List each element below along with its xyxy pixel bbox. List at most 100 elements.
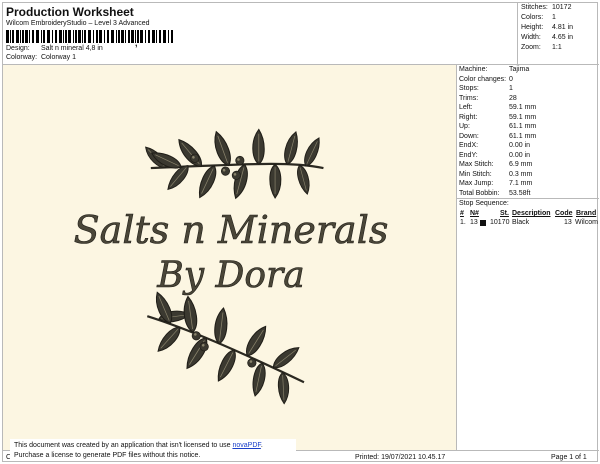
colorway-label: Colorway: — [6, 54, 38, 61]
column-header: Code — [555, 210, 573, 217]
barcode-bar — [171, 30, 173, 43]
barcode-bar — [152, 30, 155, 43]
stat-row: Stitches: 10172 — [521, 4, 599, 11]
table-cell: 1. — [460, 219, 466, 226]
machine-value: 61.1 mm — [509, 132, 537, 140]
design-value: Salt n mineral 4,8 in — [40, 45, 103, 52]
barcode-bar — [73, 30, 74, 43]
barcode-bar — [20, 30, 21, 43]
machine-value: 0.00 in — [509, 151, 531, 159]
printed-timestamp: Printed: 19/07/2021 10.45.17 — [355, 454, 446, 461]
barcode-bar — [43, 30, 45, 43]
barcode-comma: , — [135, 38, 138, 48]
column-header: Brand — [576, 210, 597, 217]
table-cell: Black — [512, 219, 530, 226]
machine-value: 28 — [509, 94, 517, 102]
machine-value: 59.1 mm — [509, 113, 537, 121]
machine-row: Stops: 1 — [459, 85, 599, 92]
design-stats: Stitches: 10172 Colors: 1 Height: 4.81 in W… — [517, 3, 599, 65]
barcode-bar — [32, 30, 34, 43]
machine-value: 53.58ft — [509, 189, 531, 197]
worksheet-header: Production Worksheet Wilcom EmbroiderySt… — [3, 3, 517, 65]
colorway-row: Colorway: Colorway 1 — [6, 54, 76, 61]
machine-row: Down: 61.1 mm — [459, 133, 599, 140]
stat-value: 10172 — [552, 4, 572, 11]
table-cell: 13 — [470, 219, 478, 226]
column-header: Description — [512, 210, 551, 217]
software-subtitle: Wilcom EmbroideryStudio – Level 3 Advanc… — [6, 20, 150, 27]
machine-label: Stops: — [459, 85, 479, 92]
machine-row: Min Stitch: 0.3 mm — [459, 171, 599, 178]
machine-label: Up: — [459, 123, 470, 130]
stat-label: Height: — [521, 24, 544, 31]
license-notice: This document was created by an applicat… — [10, 439, 296, 461]
machine-row: Color changes: 0 — [459, 76, 599, 83]
barcode-bar — [47, 30, 50, 43]
machine-row: Max Jump: 7.1 mm — [459, 180, 599, 187]
embroidery-artwork: Salts n Minerals By Dora — [73, 128, 389, 405]
stat-value: 1 — [552, 14, 556, 21]
barcode — [6, 30, 173, 43]
machine-value: 59.1 mm — [509, 104, 537, 111]
barcode-bar — [159, 30, 161, 43]
colorway-value: Colorway 1 — [40, 54, 76, 61]
machine-label: Total Bobbin: — [459, 189, 500, 197]
barcode-bar — [99, 30, 102, 43]
stat-row: Zoom: 1:1 — [521, 44, 599, 51]
barcode-bar — [63, 30, 64, 43]
stat-value: 1:1 — [552, 44, 562, 51]
machine-label: Right: — [459, 113, 478, 121]
barcode-bar — [10, 30, 11, 43]
barcode-bar — [140, 30, 143, 43]
stop-sequence: Stop Sequence: # N# St. Description Code… — [457, 199, 599, 450]
novapdf-link[interactable]: novaPDF — [232, 442, 260, 449]
barcode-bar — [22, 30, 24, 43]
table-cell: 13 — [564, 219, 572, 226]
machine-value: 7.1 mm — [509, 180, 533, 187]
barcode-bar — [88, 30, 91, 43]
stat-value: 4.65 in — [552, 34, 574, 41]
barcode-bar — [68, 30, 71, 43]
barcode-bar — [116, 30, 117, 43]
design-row: Design: Salt n mineral 4,8 in — [6, 45, 103, 52]
barcode-bar — [6, 30, 9, 43]
machine-info: Machine: Tajima Color changes: 0 Stops: 1 T… — [457, 65, 599, 199]
stat-row: Colors: 1 — [521, 14, 599, 21]
machine-label: Color changes: — [459, 75, 507, 83]
machine-row: Up: 61.1 mm — [459, 123, 599, 130]
barcode-bar — [59, 30, 62, 43]
machine-row: EndY: 0.00 in — [459, 152, 599, 159]
barcode-bar — [78, 30, 81, 43]
barcode-bar — [111, 30, 114, 43]
table-cell: 10170 — [490, 219, 510, 226]
stat-label: Width: — [521, 34, 541, 41]
bottom-olive-branch-icon — [146, 289, 305, 405]
machine-value: 1 — [509, 85, 513, 92]
machine-label: Trims: — [459, 94, 479, 102]
machine-value: 0.3 mm — [509, 170, 533, 178]
barcode-bar — [65, 30, 67, 43]
stat-value: 4.81 in — [552, 24, 574, 31]
stat-label: Stitches: — [521, 4, 548, 11]
stop-sequence-title: Stop Sequence: — [459, 200, 509, 207]
barcode-bar — [131, 30, 134, 43]
design-text-line2: By Dora — [156, 255, 304, 296]
machine-label: Min Stitch: — [459, 170, 492, 178]
machine-row: Machine: Tajima — [459, 66, 599, 73]
machine-label: Down: — [459, 132, 479, 140]
column-header: St. — [500, 210, 509, 217]
barcode-bar — [168, 30, 169, 43]
page-number: Page 1 of 1 — [551, 454, 587, 461]
barcode-bar — [82, 30, 83, 43]
column-header: # — [460, 210, 464, 217]
stat-row: Width: 4.65 in — [521, 34, 599, 41]
barcode-bar — [41, 30, 42, 43]
notice-text: This document was created by an applicat… — [14, 442, 233, 449]
barcode-bar — [29, 30, 30, 43]
machine-label: EndY: — [459, 151, 478, 159]
design-preview: Salts n Minerals By Dora — [3, 65, 457, 450]
barcode-bar — [107, 30, 109, 43]
machine-value: 0 — [509, 75, 513, 83]
barcode-bar — [93, 30, 94, 43]
top-olive-branch-icon — [141, 128, 324, 201]
